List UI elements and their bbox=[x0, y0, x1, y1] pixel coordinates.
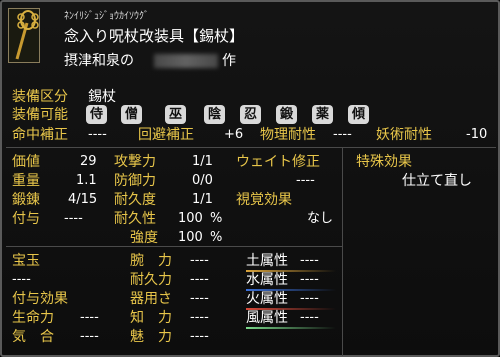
staff-ornament-icon bbox=[15, 10, 39, 60]
special-effect-label: 特殊効果 bbox=[356, 154, 412, 170]
equip-category-label: 装備区分 bbox=[12, 89, 68, 105]
item-icon-frame bbox=[8, 8, 40, 63]
enchant-stat-label: 気 合 bbox=[12, 329, 54, 345]
base-stat-value: ---- bbox=[190, 272, 209, 287]
stat-label: 付与 bbox=[12, 211, 40, 227]
gem-value: ---- bbox=[12, 272, 31, 287]
base-stat-label: 知 力 bbox=[130, 310, 172, 326]
stat-value: 1.1 bbox=[76, 173, 97, 188]
class-badge: 忍 bbox=[240, 105, 261, 124]
stat-label: 防御力 bbox=[114, 173, 156, 189]
base-stat-value: ---- bbox=[190, 329, 209, 344]
base-stat-label: 耐久力 bbox=[130, 272, 172, 288]
stat-label: 耐久度 bbox=[114, 192, 156, 208]
stat-value: 4/15 bbox=[68, 192, 98, 207]
attribute-label: 火属性 bbox=[246, 291, 288, 307]
attribute-value: ---- bbox=[300, 272, 319, 287]
base-stat-value: ---- bbox=[190, 291, 209, 306]
attribute-value: ---- bbox=[300, 291, 319, 306]
stat-value: 0/0 bbox=[192, 173, 213, 188]
attribute-value: ---- bbox=[300, 310, 319, 325]
stat-label: 攻撃力 bbox=[114, 154, 156, 170]
stat-value: 29 bbox=[80, 154, 97, 169]
class-badge: 薬 bbox=[312, 105, 333, 124]
attribute-label: 土属性 bbox=[246, 253, 288, 269]
item-name: 念入り呪杖改装具【錫杖】 bbox=[64, 27, 245, 45]
base-stat-label: 器用さ bbox=[130, 291, 172, 307]
wind-attribute-bar bbox=[246, 327, 336, 329]
modifier-value: ---- bbox=[333, 127, 352, 142]
stat-value: 100 bbox=[178, 211, 203, 226]
attribute-label: 風属性 bbox=[246, 310, 288, 326]
class-badge: 僧 bbox=[121, 105, 142, 124]
class-badge: 傾 bbox=[348, 105, 369, 124]
weight-fix-value: ---- bbox=[296, 173, 315, 188]
visual-effect-label: 視覚効果 bbox=[236, 192, 292, 208]
stat-value: 1/1 bbox=[192, 154, 213, 169]
enchant-stat-value: ---- bbox=[80, 310, 99, 325]
class-badge: 鍛 bbox=[276, 105, 297, 124]
enchant-effect-label: 付与効果 bbox=[12, 291, 68, 307]
divider bbox=[6, 147, 496, 148]
stat-unit: % bbox=[210, 230, 223, 245]
maker-prefix: 摂津和泉の bbox=[64, 53, 134, 69]
stat-value: 1/1 bbox=[192, 192, 213, 207]
base-stat-value: ---- bbox=[190, 310, 209, 325]
equip-category-value: 錫杖 bbox=[88, 89, 116, 105]
weight-fix-label: ウェイト修正 bbox=[236, 154, 320, 170]
divider bbox=[342, 148, 343, 356]
stat-unit: % bbox=[210, 211, 223, 226]
divider bbox=[6, 246, 342, 247]
modifier-label: 命中補正 bbox=[12, 127, 68, 143]
modifier-value: -10 bbox=[466, 127, 488, 142]
stat-value: ---- bbox=[64, 211, 83, 226]
base-stat-label: 魅 力 bbox=[130, 329, 172, 345]
modifier-label: 回避補正 bbox=[138, 127, 194, 143]
gem-label: 宝玉 bbox=[12, 253, 40, 269]
enchant-stat-label: 生命力 bbox=[12, 310, 54, 326]
item-info-panel: ﾈﾝｲﾘｼﾞｭｼﾞｮｳｶｲｿｳｸﾞ 念入り呪杖改装具【錫杖】 摂津和泉の 作 装… bbox=[0, 0, 500, 357]
stat-label: 強度 bbox=[130, 230, 158, 246]
class-badge: 陰 bbox=[204, 105, 225, 124]
stat-value: 100 bbox=[178, 230, 203, 245]
attribute-value: ---- bbox=[300, 253, 319, 268]
modifier-label: 妖術耐性 bbox=[376, 127, 432, 143]
class-badge: 侍 bbox=[86, 105, 107, 124]
stat-label: 耐久性 bbox=[114, 211, 156, 227]
visual-effect-value: なし bbox=[307, 211, 334, 226]
maker-suffix: 作 bbox=[222, 53, 236, 69]
special-effect-value: 仕立て直し bbox=[402, 173, 472, 189]
stat-label: 重量 bbox=[12, 173, 40, 189]
stat-label: 価値 bbox=[12, 154, 40, 170]
modifier-value: +6 bbox=[224, 127, 244, 142]
maker-name-redacted bbox=[154, 54, 218, 68]
stat-label: 鍛錬 bbox=[12, 192, 40, 208]
base-stat-value: ---- bbox=[190, 253, 209, 268]
equip-possible-label: 装備可能 bbox=[12, 107, 68, 123]
class-badge: 巫 bbox=[165, 105, 186, 124]
base-stat-label: 腕 力 bbox=[130, 253, 172, 269]
modifier-label: 物理耐性 bbox=[260, 127, 316, 143]
attribute-label: 水属性 bbox=[246, 272, 288, 288]
modifier-value: ---- bbox=[88, 127, 107, 142]
enchant-stat-value: ---- bbox=[80, 329, 99, 344]
item-furigana: ﾈﾝｲﾘｼﾞｭｼﾞｮｳｶｲｿｳｸﾞ bbox=[64, 11, 149, 22]
